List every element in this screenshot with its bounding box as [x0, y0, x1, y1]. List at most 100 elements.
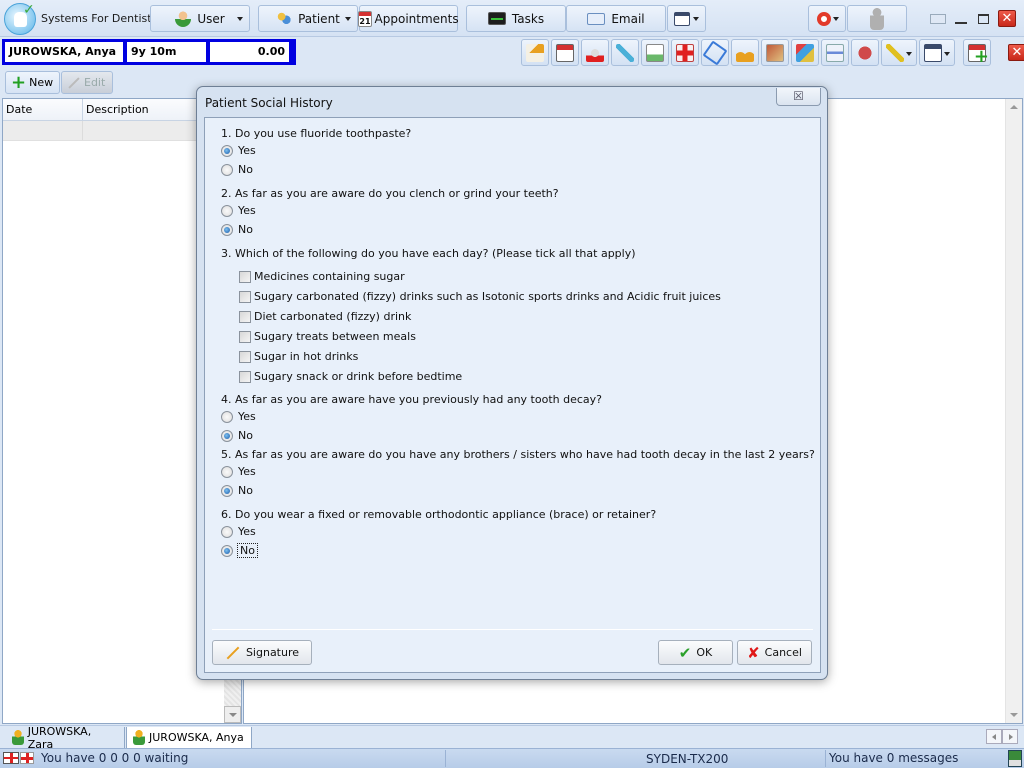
q4-no-radio[interactable]: No [221, 429, 253, 442]
q3-checkbox-medicines[interactable]: Medicines containing sugar [239, 270, 405, 283]
close-icon[interactable]: ✕ [998, 10, 1016, 27]
tab-scroll-right-icon[interactable] [1002, 729, 1018, 744]
signature-button[interactable]: Signature [212, 640, 312, 665]
q2-yes-radio[interactable]: Yes [221, 204, 256, 217]
checkbox-unchecked[interactable] [239, 310, 251, 323]
card-button[interactable] [821, 39, 849, 66]
home-icon [526, 43, 544, 62]
maximize-icon[interactable] [978, 13, 989, 24]
patient-icon [12, 730, 24, 745]
perio-button[interactable] [851, 39, 879, 66]
calendar-add-icon [968, 43, 989, 67]
uk-flag-icon[interactable] [3, 752, 19, 764]
column-header-date[interactable]: Date [3, 99, 83, 120]
window-layout-button[interactable] [667, 5, 706, 32]
radio-selected[interactable] [221, 429, 233, 442]
england-flag-icon[interactable] [20, 752, 34, 764]
option-label: Yes [238, 525, 256, 538]
scroll-up-arrow-icon[interactable] [1010, 105, 1018, 109]
window-dropdown-button[interactable] [919, 39, 955, 66]
dialog-close-button[interactable]: ☒ [776, 88, 821, 106]
scroll-down-arrow-icon[interactable] [224, 706, 241, 723]
radio-unselected[interactable] [221, 525, 233, 538]
question-2: 2. As far as you are aware do you clench… [221, 187, 559, 200]
radio-unselected[interactable] [221, 163, 233, 176]
q3-checkbox-sugary-drinks[interactable]: Sugary carbonated (fizzy) drinks such as… [239, 290, 721, 303]
dental-drill-button[interactable] [611, 39, 639, 66]
new-button[interactable]: + New [5, 71, 60, 94]
appointments-button[interactable]: 21 Appointments [358, 5, 459, 32]
patient-tab-zara[interactable]: JUROWSKA, Zara [6, 725, 125, 751]
q1-yes-radio[interactable]: Yes [221, 144, 256, 157]
photos-button[interactable] [791, 39, 819, 66]
radio-selected[interactable] [221, 144, 233, 157]
add-appointment-button[interactable] [963, 39, 991, 67]
tasks-button-label: Tasks [511, 11, 545, 26]
radio-selected[interactable] [221, 223, 233, 236]
save-disk-icon[interactable] [1008, 750, 1022, 767]
dental-chair-button[interactable] [581, 39, 609, 66]
edit-button[interactable]: Edit [61, 71, 113, 94]
question-5: 5. As far as you are aware do you have a… [221, 448, 815, 461]
checkbox-unchecked[interactable] [239, 330, 251, 343]
home-button[interactable] [521, 39, 549, 66]
user-status-button[interactable] [847, 5, 907, 32]
tools-dropdown-button[interactable] [881, 39, 917, 66]
checkbox-unchecked[interactable] [239, 270, 251, 283]
close-patient-icon[interactable]: ✕ [1008, 44, 1024, 61]
accounts-button[interactable] [731, 39, 759, 66]
cancel-button[interactable]: ✘ Cancel [737, 640, 812, 665]
xray-button[interactable] [761, 39, 789, 66]
tab-scroll-left-icon[interactable] [986, 729, 1002, 744]
ok-button[interactable]: ✔ OK [658, 640, 733, 665]
q3-checkbox-bedtime-snack[interactable]: Sugary snack or drink before bedtime [239, 370, 462, 383]
checkmark-icon: ✔ [678, 643, 692, 662]
calendar-button[interactable] [551, 39, 579, 66]
grid-cell [3, 121, 83, 140]
radio-unselected[interactable] [221, 204, 233, 217]
messages-status[interactable]: You have 0 messages [829, 751, 958, 765]
q5-no-radio[interactable]: No [221, 484, 253, 497]
radio-selected[interactable] [221, 544, 233, 557]
q6-yes-radio[interactable]: Yes [221, 525, 256, 538]
checkbox-unchecked[interactable] [239, 370, 251, 383]
checkbox-unchecked[interactable] [239, 350, 251, 363]
attachments-button[interactable] [701, 39, 729, 66]
notes-icon[interactable] [930, 13, 946, 24]
q2-no-radio[interactable]: No [221, 223, 253, 236]
tasks-button[interactable]: Tasks [466, 5, 566, 32]
email-button[interactable]: Email [566, 5, 666, 32]
q6-no-radio[interactable]: No [221, 543, 258, 558]
checkbox-label: Diet carbonated (fizzy) drink [254, 310, 412, 323]
scroll-down-arrow-icon[interactable] [1010, 713, 1018, 717]
tab-navigation [986, 729, 1018, 744]
q3-checkbox-hot-drinks[interactable]: Sugar in hot drinks [239, 350, 358, 363]
user-menu-button[interactable]: User [150, 5, 250, 32]
minimize-icon[interactable] [955, 12, 969, 26]
patient-menu-button[interactable]: Patient [258, 5, 358, 32]
main-scrollbar[interactable] [1005, 99, 1022, 723]
new-button-label: New [29, 76, 54, 89]
photos-icon [796, 43, 814, 62]
medical-history-button[interactable] [671, 39, 699, 66]
q4-yes-radio[interactable]: Yes [221, 410, 256, 423]
q3-checkbox-treats[interactable]: Sugary treats between meals [239, 330, 416, 343]
help-button[interactable] [808, 5, 846, 32]
scales-icon [736, 43, 754, 62]
chevron-down-icon [237, 17, 243, 21]
q1-no-radio[interactable]: No [221, 163, 253, 176]
question-6: 6. Do you wear a fixed or removable orth… [221, 508, 657, 521]
chevron-down-icon [833, 17, 839, 21]
q3-checkbox-diet-drink[interactable]: Diet carbonated (fizzy) drink [239, 310, 411, 323]
radio-unselected[interactable] [221, 465, 233, 478]
user-button-label: User [197, 11, 225, 26]
radio-selected[interactable] [221, 484, 233, 497]
radio-unselected[interactable] [221, 410, 233, 423]
tasks-monitor-icon [487, 12, 506, 25]
document-button[interactable] [641, 39, 669, 66]
patient-tab-anya[interactable]: JUROWSKA, Anya [126, 727, 252, 749]
q5-yes-radio[interactable]: Yes [221, 465, 256, 478]
checkbox-unchecked[interactable] [239, 290, 251, 303]
window-icon [674, 11, 690, 26]
patient-name: JUROWSKA, Anya [5, 42, 123, 62]
